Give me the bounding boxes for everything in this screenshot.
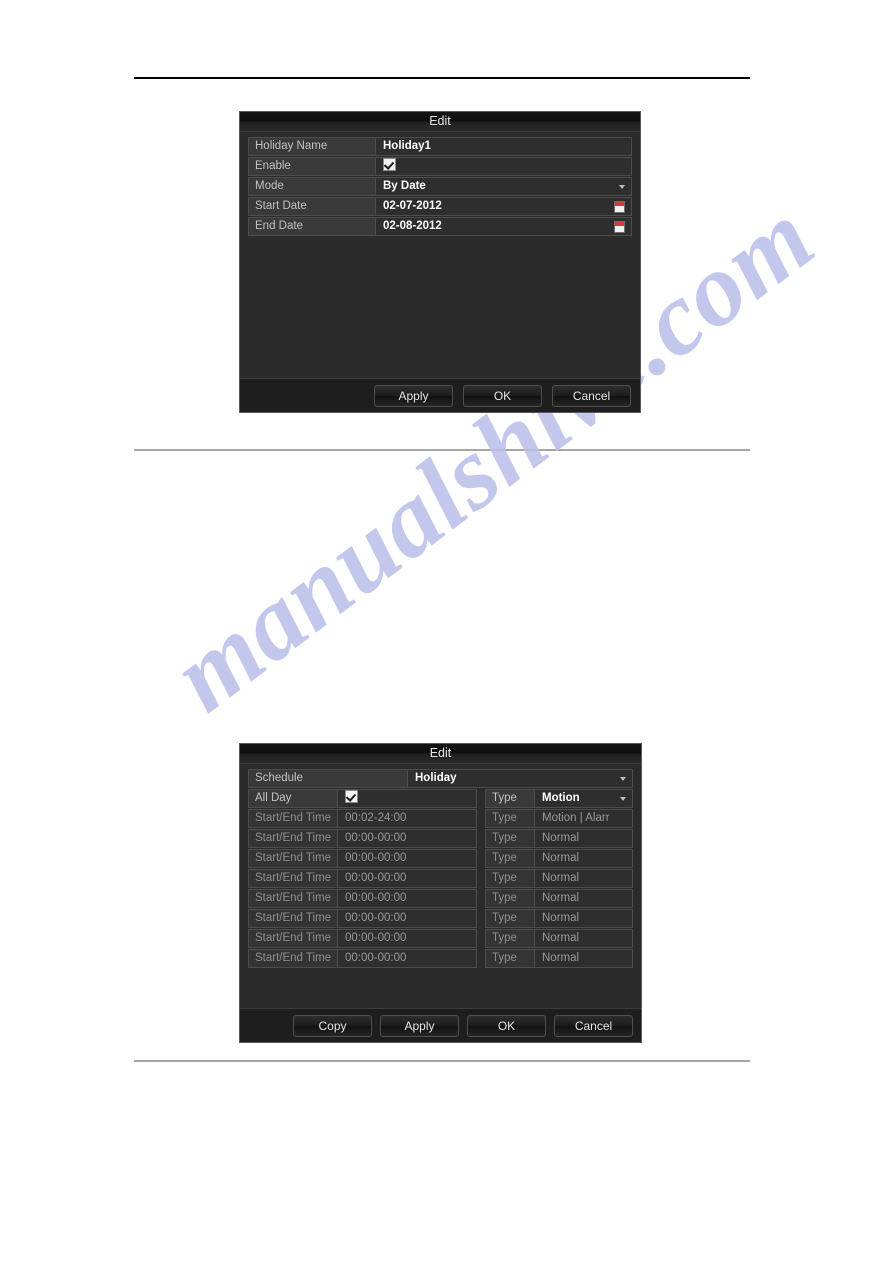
time-type-select[interactable]: Normal: [535, 889, 633, 908]
start-end-time-label: Start/End Time: [248, 849, 338, 868]
start-end-time-input[interactable]: 00:00-00:00: [338, 949, 477, 968]
time-type-label: Type: [485, 929, 535, 948]
time-type-label: Type: [485, 889, 535, 908]
chevron-down-icon: [620, 796, 626, 801]
time-row: Start/End Time 00:02-24:00 Type Motion |…: [248, 809, 633, 828]
schedule-dialog-body: Schedule Holiday All Day Type Motion Sta…: [240, 764, 641, 968]
holiday-dialog-body: Holiday Name Holiday1 Enable Mode By Dat…: [240, 132, 640, 236]
all-day-checkbox[interactable]: [345, 790, 358, 804]
schedule-edit-dialog: Edit Schedule Holiday All Day Type Motio…: [239, 743, 642, 1043]
time-type-label: Type: [485, 829, 535, 848]
time-type-select[interactable]: Normal: [535, 909, 633, 928]
all-day-type-label: Type: [485, 789, 535, 808]
holiday-edit-dialog: Edit Holiday Name Holiday1 Enable Mode B…: [239, 111, 641, 413]
ok-button[interactable]: OK: [467, 1014, 546, 1037]
holiday-enable-cell: [376, 157, 632, 176]
time-type-label: Type: [485, 909, 535, 928]
holiday-start-date-input[interactable]: 02-07-2012: [376, 197, 632, 216]
chevron-down-icon: [619, 184, 625, 189]
holiday-enable-row: Enable: [248, 157, 632, 176]
holiday-name-row: Holiday Name Holiday1: [248, 137, 632, 156]
schedule-select[interactable]: Holiday: [408, 769, 633, 788]
start-end-time-label: Start/End Time: [248, 809, 338, 828]
schedule-label: Schedule: [248, 769, 408, 788]
schedule-dialog-title: Edit: [240, 744, 641, 764]
holiday-end-date-label: End Date: [248, 217, 376, 236]
time-type-label: Type: [485, 949, 535, 968]
holiday-enable-checkbox[interactable]: [383, 158, 396, 172]
time-row: Start/End Time 00:00-00:00 Type Normal: [248, 949, 633, 968]
schedule-dialog-buttonbar: Copy Apply OK Cancel: [240, 1008, 641, 1042]
time-row: Start/End Time 00:00-00:00 Type Normal: [248, 869, 633, 888]
holiday-mode-row: Mode By Date: [248, 177, 632, 196]
apply-button[interactable]: Apply: [380, 1014, 459, 1037]
all-day-cell: [338, 789, 477, 808]
header-rule: [134, 77, 750, 79]
holiday-dialog-buttonbar: Apply OK Cancel: [240, 378, 640, 412]
schedule-row: Schedule Holiday: [248, 769, 633, 788]
time-type-select[interactable]: Normal: [535, 929, 633, 948]
cancel-button[interactable]: Cancel: [552, 384, 631, 407]
calendar-icon[interactable]: [614, 221, 625, 233]
time-type-select[interactable]: Motion | Alarr: [535, 809, 633, 828]
copy-button[interactable]: Copy: [293, 1014, 372, 1037]
start-end-time-label: Start/End Time: [248, 949, 338, 968]
chevron-down-icon: [620, 776, 626, 781]
start-end-time-input[interactable]: 00:00-00:00: [338, 889, 477, 908]
start-end-time-input[interactable]: 00:00-00:00: [338, 869, 477, 888]
time-row: Start/End Time 00:00-00:00 Type Normal: [248, 889, 633, 908]
holiday-start-date-label: Start Date: [248, 197, 376, 216]
holiday-name-input[interactable]: Holiday1: [376, 137, 632, 156]
footer-rule: [134, 1060, 750, 1062]
holiday-end-date-row: End Date 02-08-2012: [248, 217, 632, 236]
start-end-time-label: Start/End Time: [248, 909, 338, 928]
apply-button[interactable]: Apply: [374, 384, 453, 407]
time-type-label: Type: [485, 849, 535, 868]
time-type-label: Type: [485, 809, 535, 828]
holiday-name-label: Holiday Name: [248, 137, 376, 156]
time-row: Start/End Time 00:00-00:00 Type Normal: [248, 829, 633, 848]
holiday-mode-label: Mode: [248, 177, 376, 196]
all-day-type-select[interactable]: Motion: [535, 789, 633, 808]
start-end-time-input[interactable]: 00:02-24:00: [338, 809, 477, 828]
start-end-time-input[interactable]: 00:00-00:00: [338, 829, 477, 848]
ok-button[interactable]: OK: [463, 384, 542, 407]
start-end-time-input[interactable]: 00:00-00:00: [338, 909, 477, 928]
holiday-enable-label: Enable: [248, 157, 376, 176]
start-end-time-label: Start/End Time: [248, 889, 338, 908]
time-type-select[interactable]: Normal: [535, 949, 633, 968]
time-type-label: Type: [485, 869, 535, 888]
all-day-row: All Day Type Motion: [248, 789, 633, 808]
holiday-start-date-row: Start Date 02-07-2012: [248, 197, 632, 216]
time-type-select[interactable]: Normal: [535, 829, 633, 848]
cancel-button[interactable]: Cancel: [554, 1014, 633, 1037]
start-end-time-input[interactable]: 00:00-00:00: [338, 929, 477, 948]
holiday-end-date-input[interactable]: 02-08-2012: [376, 217, 632, 236]
holiday-mode-select[interactable]: By Date: [376, 177, 632, 196]
time-type-select[interactable]: Normal: [535, 849, 633, 868]
section-rule-mid: [134, 449, 750, 451]
time-row: Start/End Time 00:00-00:00 Type Normal: [248, 909, 633, 928]
time-type-select[interactable]: Normal: [535, 869, 633, 888]
start-end-time-label: Start/End Time: [248, 829, 338, 848]
time-row: Start/End Time 00:00-00:00 Type Normal: [248, 849, 633, 868]
calendar-icon[interactable]: [614, 201, 625, 213]
start-end-time-input[interactable]: 00:00-00:00: [338, 849, 477, 868]
start-end-time-label: Start/End Time: [248, 929, 338, 948]
start-end-time-label: Start/End Time: [248, 869, 338, 888]
time-row: Start/End Time 00:00-00:00 Type Normal: [248, 929, 633, 948]
holiday-dialog-title: Edit: [240, 112, 640, 132]
all-day-label: All Day: [248, 789, 338, 808]
